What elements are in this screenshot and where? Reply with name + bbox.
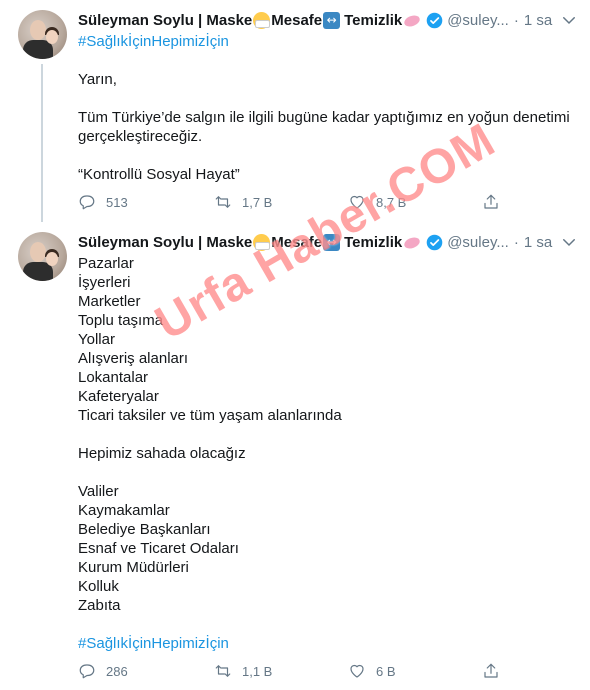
tweet-timestamp[interactable]: 1 sa [524, 234, 552, 251]
tweet-line: Yarın, [78, 71, 117, 88]
reply-icon [79, 195, 95, 210]
avatar[interactable] [18, 10, 67, 59]
tweet-line: Hepimiz sahada olacağız [78, 445, 246, 462]
reply-icon [79, 664, 95, 679]
share-button[interactable] [482, 193, 510, 211]
tweet-line: Lokantalar [78, 369, 149, 386]
thread-line [41, 64, 43, 222]
tweet-line: Kurum Müdürleri [78, 559, 189, 576]
verified-badge-icon [426, 234, 443, 250]
tweet-line: Esnaf ve Ticaret Odaları [78, 540, 239, 557]
avatar[interactable] [18, 232, 67, 281]
share-button[interactable] [482, 662, 510, 680]
share-icon [484, 663, 498, 678]
tweet-header: Süleyman Soylu | Maske Mesafe ↔ Temizlik… [78, 10, 552, 30]
separator-dot: · [513, 11, 519, 29]
tweet-timestamp[interactable]: 1 sa [524, 12, 552, 29]
reply-count: 513 [106, 194, 128, 210]
author-handle[interactable]: @suley... [447, 12, 509, 29]
tweet-line: Kaymakamlar [78, 502, 170, 519]
tweet-line: Valiler [78, 483, 119, 500]
tweet-2[interactable]: Süleyman Soylu | Maske Mesafe ↔ Temizlik… [0, 222, 590, 690]
tweet-line: Belediye Başkanları [78, 521, 211, 538]
tweet-line: Kolluk [78, 578, 119, 595]
author-name[interactable]: Süleyman Soylu | Maske [78, 12, 252, 29]
soap-emoji-icon [403, 234, 421, 251]
chevron-down-icon[interactable] [560, 11, 578, 29]
verified-badge-icon [426, 12, 443, 28]
tweet-line: İşyerleri [78, 274, 131, 291]
tweet-line-blank [78, 463, 578, 482]
separator-dot: · [513, 233, 519, 251]
retweet-count: 1,7 B [242, 194, 273, 210]
retweet-icon [215, 196, 231, 208]
author-name[interactable]: Süleyman Soylu | Maske [78, 234, 252, 251]
like-icon [350, 664, 364, 678]
tweet-line: Ticari taksiler ve tüm yaşam alanlarında [78, 407, 342, 424]
retweet-icon [215, 665, 231, 677]
hashtag-link[interactable]: #SağlıkİçinHepimizİçin [78, 634, 578, 653]
tweet-line: Zabıta [78, 597, 121, 614]
like-button[interactable]: 6 B [348, 662, 396, 680]
retweet-count: 1,1 B [242, 663, 273, 679]
tweet-line: “Kontrollü Sosyal Hayat” [78, 166, 240, 183]
tweet-actions: 286 1,1 B 6 B [78, 662, 518, 682]
reply-button[interactable]: 286 [78, 662, 128, 680]
retweet-button[interactable]: 1,1 B [214, 662, 272, 680]
tweet-actions: 513 1,7 B 8,7 B [78, 193, 518, 213]
tweet-line: Alışveriş alanları [78, 350, 189, 367]
reply-count: 286 [106, 663, 128, 679]
tweet-line-blank [78, 146, 578, 165]
tweet-text: Yarın, Tüm Türkiye’de salgın ile ilgili … [78, 70, 578, 184]
mask-emoji-icon [253, 11, 271, 29]
share-icon [484, 194, 498, 209]
author-handle[interactable]: @suley... [447, 234, 509, 251]
author-name-part3[interactable]: Temizlik [344, 12, 402, 29]
author-name-part2[interactable]: Mesafe [271, 12, 322, 29]
like-count: 6 B [376, 663, 396, 679]
tweet-line: Tüm Türkiye’de salgın ile ilgili bugüne … [78, 109, 570, 145]
reply-button[interactable]: 513 [78, 193, 128, 211]
left-right-arrow-emoji-icon: ↔ [323, 11, 341, 29]
tweet-1[interactable]: Süleyman Soylu | Maske Mesafe ↔ Temizlik… [0, 0, 590, 222]
tweet-line: Yollar [78, 331, 115, 348]
retweet-button[interactable]: 1,7 B [214, 193, 272, 211]
tweet-line-blank [78, 425, 578, 444]
hashtag-link[interactable]: #SağlıkİçinHepimizİçin [78, 32, 229, 51]
tweet-line-blank [78, 615, 578, 634]
tweet-line-blank [78, 89, 578, 108]
soap-emoji-icon [403, 12, 421, 29]
tweet-line: Kafeteryalar [78, 388, 159, 405]
chevron-down-icon[interactable] [560, 233, 578, 251]
